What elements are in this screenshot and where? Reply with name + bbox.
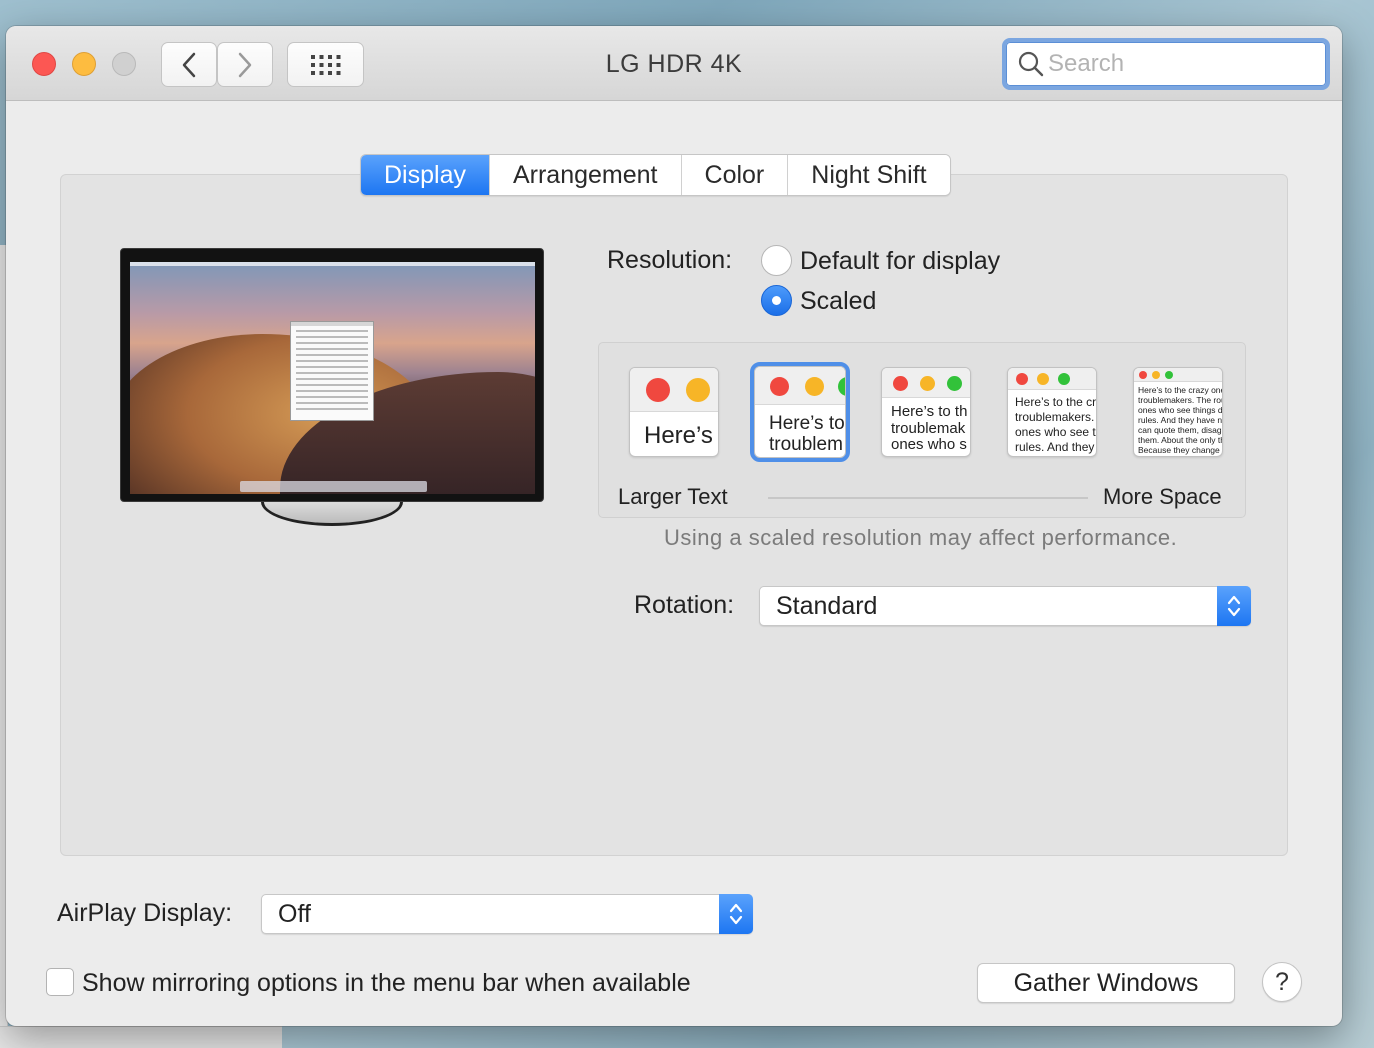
help-button[interactable]: ? — [1262, 962, 1302, 1002]
search-placeholder: Search — [1048, 50, 1125, 77]
tab-color[interactable]: Color — [680, 155, 788, 195]
scale-slider-track — [768, 497, 1088, 499]
tab-bar: Display Arrangement Color Night Shift — [360, 154, 951, 196]
mirroring-checkbox[interactable] — [46, 968, 74, 996]
display-preview — [120, 248, 544, 502]
airplay-display-value: Off — [278, 900, 311, 928]
radio-default-for-display[interactable] — [761, 245, 792, 276]
search-field[interactable]: Search — [1002, 38, 1330, 90]
scale-option-3-text: Here’s to th troublemak ones who s — [891, 403, 968, 453]
option-default-for-display-label[interactable]: Default for display — [800, 247, 1000, 276]
airplay-popup-arrows — [719, 894, 753, 934]
resolution-label: Resolution: — [607, 246, 733, 274]
scale-option-1-text: Here’s — [644, 422, 713, 449]
up-down-chevron-icon — [729, 903, 743, 925]
tab-arrangement[interactable]: Arrangement — [488, 155, 681, 195]
scale-option-3[interactable]: Here’s to th troublemak ones who s — [881, 367, 971, 457]
desktop-wallpaper-preview — [130, 262, 535, 494]
scale-option-4[interactable]: Here’s to the cr troublemakers. ones who… — [1007, 367, 1097, 457]
larger-text-label: Larger Text — [618, 484, 728, 509]
background-app-bottom — [0, 1026, 282, 1048]
rotation-popup-arrows — [1217, 586, 1251, 626]
more-space-label: More Space — [1103, 484, 1222, 509]
scale-option-5-text: Here’s to the crazy one troublemakers. T… — [1138, 385, 1223, 456]
rotation-label: Rotation: — [634, 591, 735, 619]
airplay-display-popup[interactable]: Off — [261, 894, 753, 934]
rotation-popup[interactable]: Standard — [759, 586, 1251, 626]
scale-option-1[interactable]: Here’s — [629, 367, 719, 457]
gather-windows-button[interactable]: Gather Windows — [977, 963, 1235, 1003]
search-icon — [1018, 51, 1044, 77]
mirroring-checkbox-label[interactable]: Show mirroring options in the menu bar w… — [82, 969, 691, 998]
preferences-window: LG HDR 4K Search Display Arrangement Col… — [6, 26, 1342, 1026]
performance-note: Using a scaled resolution may affect per… — [664, 525, 1178, 550]
tab-night-shift[interactable]: Night Shift — [787, 155, 950, 195]
airplay-display-label: AirPlay Display: — [57, 899, 233, 927]
tab-display[interactable]: Display — [361, 155, 489, 195]
up-down-chevron-icon — [1227, 595, 1241, 617]
scale-option-4-text: Here’s to the cr troublemakers. ones who… — [1015, 395, 1097, 454]
scale-option-2-text: Here’s to troublem — [769, 413, 845, 455]
rotation-value: Standard — [776, 592, 878, 620]
preview-document-window — [290, 321, 374, 421]
title-bar: LG HDR 4K Search — [6, 26, 1342, 101]
radio-scaled[interactable] — [761, 285, 792, 316]
scale-option-2[interactable]: Here’s to troublem — [750, 362, 850, 462]
preview-dock — [240, 481, 427, 492]
scale-option-5[interactable]: Here’s to the crazy one troublemakers. T… — [1133, 367, 1223, 457]
option-scaled-label[interactable]: Scaled — [800, 287, 876, 316]
preview-menu-bar — [130, 262, 535, 266]
